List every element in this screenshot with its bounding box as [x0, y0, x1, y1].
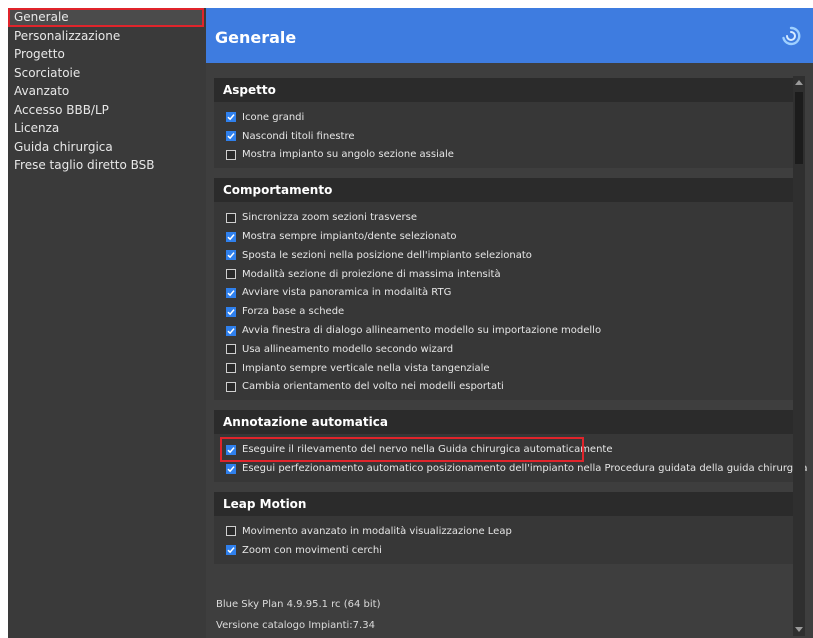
section-title: Comportamento	[214, 178, 794, 203]
option-label: Mostra sempre impianto/dente selezionato	[242, 231, 457, 243]
option-label: Eseguire il rilevamento del nervo nella …	[242, 444, 613, 456]
sidebar-item-licenza[interactable]: Licenza	[8, 119, 206, 138]
settings-content: Aspetto Icone grandi Nascondi titoli fines…	[214, 78, 808, 574]
option-label: Movimento avanzato in modalità visualizz…	[242, 525, 512, 537]
checkmark-icon	[227, 252, 235, 259]
option-row[interactable]: Sposta le sezioni nella posizione dell'i…	[226, 246, 794, 265]
checkmark-icon	[227, 233, 235, 240]
checkmark-icon	[227, 465, 235, 472]
option-row[interactable]: Modalità sezione di proiezione di massim…	[226, 265, 794, 284]
option-label: Nascondi titoli finestre	[242, 130, 355, 142]
checkbox-unchecked[interactable]	[226, 149, 236, 160]
sidebar-item-personalizzazione[interactable]: Personalizzazione	[8, 27, 206, 46]
checkbox-checked[interactable]	[226, 112, 236, 123]
checkbox-checked[interactable]	[226, 463, 236, 474]
checkmark-icon	[227, 547, 235, 554]
option-row[interactable]: Zoom con movimenti cerchi	[226, 541, 794, 560]
section-leap-motion: Leap Motion Movimento avanzato in modalit…	[214, 491, 794, 564]
option-row[interactable]: Nascondi titoli finestre	[226, 127, 794, 146]
checkbox-unchecked[interactable]	[226, 526, 236, 537]
checkbox-unchecked[interactable]	[226, 344, 236, 355]
checkbox-checked[interactable]	[226, 306, 236, 317]
checkmark-icon	[227, 308, 235, 316]
scrollbar-thumb[interactable]	[795, 92, 803, 164]
option-label: Mostra impianto su angolo sezione assial…	[242, 149, 454, 161]
option-label: Sposta le sezioni nella posizione dell'i…	[242, 249, 532, 261]
option-label: Zoom con movimenti cerchi	[242, 544, 382, 556]
option-row[interactable]: Forza base a schede	[226, 302, 794, 321]
option-row[interactable]: Mostra impianto su angolo sezione assial…	[226, 146, 794, 165]
checkmark-icon	[227, 114, 235, 121]
option-row[interactable]: Usa allineamento modello secondo wizard	[226, 340, 794, 359]
vertical-scrollbar[interactable]	[793, 76, 805, 636]
option-label: Usa allineamento modello secondo wizard	[242, 343, 454, 355]
option-label: Cambia orientamento del volto nei modell…	[242, 381, 504, 393]
option-label: Impianto sempre verticale nella vista ta…	[242, 362, 490, 374]
sidebar-item-avanzato[interactable]: Avanzato	[8, 82, 206, 101]
sidebar-item-progetto[interactable]: Progetto	[8, 45, 206, 64]
checkbox-checked[interactable]	[226, 231, 236, 242]
sidebar-item-guida-chirurgica[interactable]: Guida chirurgica	[8, 138, 206, 157]
option-label: Modalità sezione di proiezione di massim…	[242, 268, 501, 280]
section-options: Movimento avanzato in modalità visualizz…	[214, 516, 794, 564]
scroll-down-icon[interactable]	[795, 627, 803, 632]
checkbox-unchecked[interactable]	[226, 363, 236, 374]
section-title: Leap Motion	[214, 491, 794, 516]
option-label: Avvia finestra di dialogo allineamento m…	[242, 325, 602, 337]
sidebar-item-accesso[interactable]: Accesso BBB/LP	[8, 101, 206, 120]
checkbox-checked[interactable]	[226, 250, 236, 261]
option-row[interactable]: Impianto sempre verticale nella vista ta…	[226, 359, 794, 378]
scroll-up-icon[interactable]	[795, 80, 803, 85]
sidebar-item-frese[interactable]: Frese taglio diretto BSB	[8, 156, 206, 175]
section-options: Icone grandi Nascondi titoli finestre Most…	[214, 102, 794, 168]
option-row[interactable]: Cambia orientamento del volto nei modell…	[226, 378, 794, 397]
checkbox-unchecked[interactable]	[226, 212, 236, 223]
option-label: Icone grandi	[242, 111, 305, 123]
checkmark-icon	[227, 290, 235, 297]
checkbox-unchecked[interactable]	[226, 381, 236, 392]
swirl-logo-icon	[782, 26, 801, 46]
option-row[interactable]: Sincronizza zoom sezioni trasverse	[226, 208, 794, 227]
page-title: Generale	[215, 28, 297, 47]
checkbox-checked[interactable]	[226, 325, 236, 336]
section-title: Aspetto	[214, 78, 794, 102]
option-row[interactable]: Eseguire il rilevamento del nervo nella …	[220, 437, 613, 463]
option-label: Avviare vista panoramica in modalità RTG	[242, 287, 452, 299]
checkbox-checked[interactable]	[226, 131, 236, 142]
sidebar-item-scorciatoie[interactable]: Scorciatoie	[8, 64, 206, 83]
checkmark-icon	[227, 446, 235, 454]
sidebar-item-generale[interactable]: Generale	[8, 8, 204, 27]
option-row[interactable]: Mostra sempre impianto/dente selezionato	[226, 227, 794, 246]
checkbox-checked[interactable]	[226, 444, 236, 455]
catalog-version-label: Versione catalogo Impianti:7.34	[216, 620, 375, 631]
section-aspetto: Aspetto Icone grandi Nascondi titoli fines…	[214, 78, 794, 169]
panel-header: Generale	[206, 8, 813, 63]
section-annotazione-automatica: Annotazione automatica Eseguire il rileva…	[214, 410, 808, 482]
sidebar: Generale Personalizzazione Progetto Scor…	[8, 8, 206, 638]
option-label: Sincronizza zoom sezioni trasverse	[242, 212, 418, 224]
checkmark-icon	[227, 327, 235, 334]
checkbox-unchecked[interactable]	[226, 269, 236, 280]
checkmark-icon	[227, 133, 235, 140]
checkbox-checked[interactable]	[226, 545, 236, 556]
option-row[interactable]: Movimento avanzato in modalità visualizz…	[226, 522, 794, 541]
option-label: Esegui perfezionamento automatico posizi…	[242, 463, 808, 475]
option-label: Forza base a schede	[242, 306, 345, 318]
section-comportamento: Comportamento Sincronizza zoom sezioni tr…	[214, 178, 794, 401]
settings-panel: Generale Aspetto Icone grandi Nascondi tit…	[206, 8, 813, 638]
checkbox-checked[interactable]	[226, 287, 236, 298]
option-row[interactable]: Icone grandi	[226, 108, 794, 127]
section-title: Annotazione automatica	[214, 410, 794, 435]
option-row[interactable]: Esegui perfezionamento automatico posizi…	[226, 459, 808, 478]
option-row[interactable]: Avvia finestra di dialogo allineamento m…	[226, 321, 794, 340]
option-row[interactable]: Avviare vista panoramica in modalità RTG	[226, 284, 794, 303]
version-label: Blue Sky Plan 4.9.95.1 rc (64 bit)	[216, 599, 381, 610]
section-options: Sincronizza zoom sezioni trasverse Mostra…	[214, 202, 794, 400]
section-options: Eseguire il rilevamento del nervo nella …	[214, 434, 808, 482]
